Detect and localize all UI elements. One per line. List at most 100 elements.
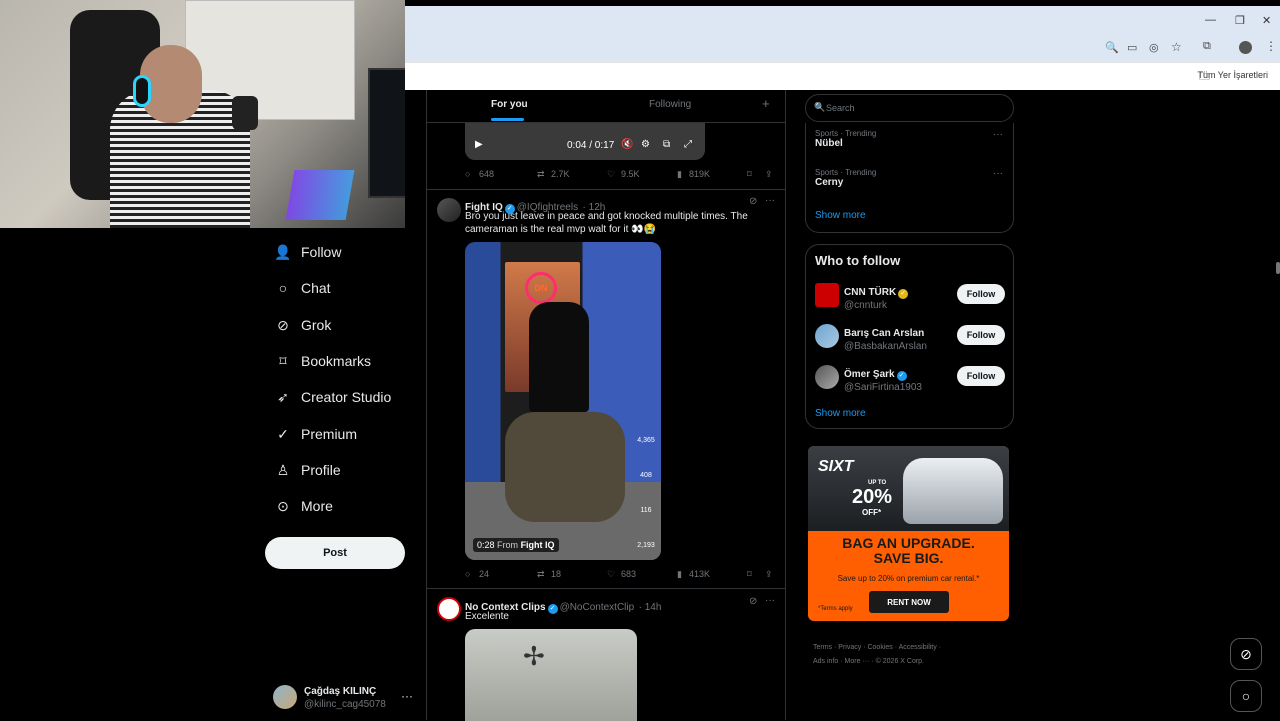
star-icon[interactable]: ☆ (1171, 40, 1182, 54)
webcam-monitor (368, 68, 405, 198)
bookmark-icon[interactable]: ⌑ (747, 569, 752, 580)
suggestion-info[interactable]: Barış Can Arslan @BasbakanArslan (844, 323, 927, 352)
more-dots-icon[interactable]: ··· (401, 689, 413, 703)
suggestion-info[interactable]: CNN TÜRK ✓ @cnnturk (844, 282, 910, 311)
video-player[interactable]: ▶ 0:04 / 0:17 🔇 ⚙ ⧉ ⤢ (465, 123, 705, 160)
avatar[interactable] (815, 283, 839, 307)
all-bookmarks-link[interactable]: Tüm Yer İşaretleri (1197, 70, 1268, 80)
person-plus-icon: 👤 (274, 243, 292, 260)
nav-item-profile[interactable]: ♙ Profile (273, 458, 341, 482)
profile-avatar-icon[interactable] (1239, 41, 1252, 54)
avatar[interactable] (815, 324, 839, 348)
repost-icon[interactable]: ⇄ (537, 569, 545, 580)
author-handle[interactable]: @NoContextClip (560, 602, 635, 613)
pip-icon[interactable]: ⧉ (663, 139, 670, 150)
chrome-menu-icon[interactable]: ⋮ (1265, 39, 1277, 53)
grok-icon[interactable]: ⊘ (749, 596, 757, 607)
nav-item-follow[interactable]: 👤 Follow (273, 240, 341, 264)
grok-fab-button[interactable]: ⊘ (1230, 638, 1262, 670)
verified-badge-icon: ✓ (547, 604, 558, 614)
address-bar-area[interactable]: 🔍 ▭ ◎ ☆ ⧉ ⋮ (405, 34, 1280, 62)
footer-link[interactable]: Accessibility (899, 644, 937, 651)
plus-icon[interactable]: + (762, 96, 770, 111)
extensions-icon[interactable]: ⧉ (1203, 40, 1211, 53)
trend-item[interactable]: Sports · Trending Nübel (815, 129, 876, 149)
ad-off: OFF* (862, 508, 882, 517)
like-icon[interactable]: ♡ (607, 169, 615, 180)
suggestion-name: CNN TÜRK (844, 287, 897, 298)
nav-label: More (301, 498, 333, 514)
video-source[interactable]: Fight IQ (521, 540, 555, 550)
eye-off-icon[interactable]: ◎ (1149, 41, 1159, 54)
views-icon[interactable]: ▮ (677, 169, 682, 180)
nav-item-more[interactable]: ⊙ More (273, 494, 333, 518)
reply-icon[interactable]: ○ (465, 569, 470, 579)
restore-button[interactable]: ❐ (1235, 14, 1245, 27)
rent-now-button[interactable]: RENT NOW (869, 591, 949, 613)
show-more-link[interactable]: Show more (815, 210, 866, 221)
timeline: For you Following + ▶ 0:04 / 0:17 🔇 ⚙ ⧉ … (426, 90, 786, 721)
ad-car-image (903, 458, 1003, 524)
views-count: 413K (689, 569, 711, 579)
share-icon[interactable]: ⇪ (765, 569, 773, 580)
more-dots-icon[interactable]: ··· (765, 595, 775, 606)
footer-link[interactable]: More ··· (845, 658, 870, 665)
play-icon[interactable]: ▶ (475, 139, 483, 150)
follow-button[interactable]: Follow (957, 366, 1005, 386)
footer-link[interactable]: Ads info (813, 658, 838, 665)
tab-for-you[interactable]: For you (491, 99, 528, 110)
neon-sign: DN (525, 272, 557, 304)
views-icon[interactable]: ▮ (677, 569, 682, 580)
search-icon: 🔍 (814, 102, 826, 112)
bookmark-icon[interactable]: ⌑ (747, 169, 752, 180)
share-icon[interactable]: ⇪ (765, 169, 773, 180)
more-dots-icon[interactable]: ··· (993, 168, 1003, 179)
sponsored-ad[interactable]: SIXT UP TO 20% OFF* BAG AN UPGRADE. SAVE… (808, 446, 1009, 621)
trend-name: Nübel (815, 138, 843, 149)
show-more-link[interactable]: Show more (815, 408, 866, 419)
close-window-button[interactable]: ✕ (1262, 14, 1271, 27)
footer-link[interactable]: Privacy (838, 644, 861, 651)
grok-icon[interactable]: ⊘ (749, 196, 757, 207)
fullscreen-icon[interactable]: ⤢ (684, 139, 692, 150)
avatar[interactable] (437, 597, 461, 621)
chat-fab-button[interactable]: ○ (1230, 680, 1262, 712)
avatar (273, 685, 297, 709)
mute-icon[interactable]: 🔇 (621, 139, 633, 150)
cast-icon[interactable]: ▭ (1127, 41, 1137, 54)
post-actions: ○ 648 ⇄ 2.7K ♡ 9.5K ▮ 819K ⌑ ⇪ (465, 169, 775, 183)
video-player[interactable]: ✢ (465, 629, 637, 721)
nav-label: Premium (301, 426, 358, 442)
video-player[interactable]: DN 4,365 408 116 2,193 0:28 From Fight I… (465, 242, 661, 560)
more-dots-icon[interactable]: ··· (765, 195, 775, 206)
nav-item-creator-studio[interactable]: ➶ Creator Studio (273, 385, 391, 409)
footer-link[interactable]: Terms (813, 644, 832, 651)
suggestion-handle: @cnnturk (844, 300, 887, 311)
scrollbar-thumb[interactable] (1276, 262, 1280, 274)
nav-item-grok[interactable]: ⊘ Grok (273, 313, 331, 337)
search-input[interactable]: 🔍 Search (805, 94, 1014, 122)
settings-icon[interactable]: ⚙ (641, 139, 650, 150)
repost-icon[interactable]: ⇄ (537, 169, 545, 180)
reply-count: 648 (479, 169, 495, 179)
follow-button[interactable]: Follow (957, 284, 1005, 304)
account-switcher[interactable]: Çağdaş KILINÇ @kilinc_cag45078 ··· (273, 685, 418, 713)
nav-item-chat[interactable]: ○ Chat (273, 276, 331, 300)
nav-item-premium[interactable]: ✓ Premium (273, 422, 357, 446)
reply-icon[interactable]: ○ (465, 169, 470, 179)
zoom-icon[interactable]: 🔍 (1105, 41, 1119, 54)
suggestion-info[interactable]: Ömer Şark ✓ @SariFirtina1903 (844, 364, 922, 393)
nav-item-bookmarks[interactable]: ⌑ Bookmarks (273, 349, 371, 373)
avatar[interactable] (437, 198, 461, 222)
avatar[interactable] (815, 365, 839, 389)
follow-button[interactable]: Follow (957, 325, 1005, 345)
verified-badge-icon: ✓ (896, 371, 907, 381)
tab-following[interactable]: Following (649, 99, 691, 110)
trend-item[interactable]: Sports · Trending Cerny (815, 168, 876, 188)
like-icon[interactable]: ♡ (607, 569, 615, 580)
minimize-button[interactable]: — (1205, 14, 1216, 26)
nav-label: Follow (301, 244, 342, 260)
footer-link[interactable]: Cookies (867, 644, 892, 651)
more-dots-icon[interactable]: ··· (993, 129, 1003, 140)
post-button[interactable]: Post (265, 537, 405, 569)
